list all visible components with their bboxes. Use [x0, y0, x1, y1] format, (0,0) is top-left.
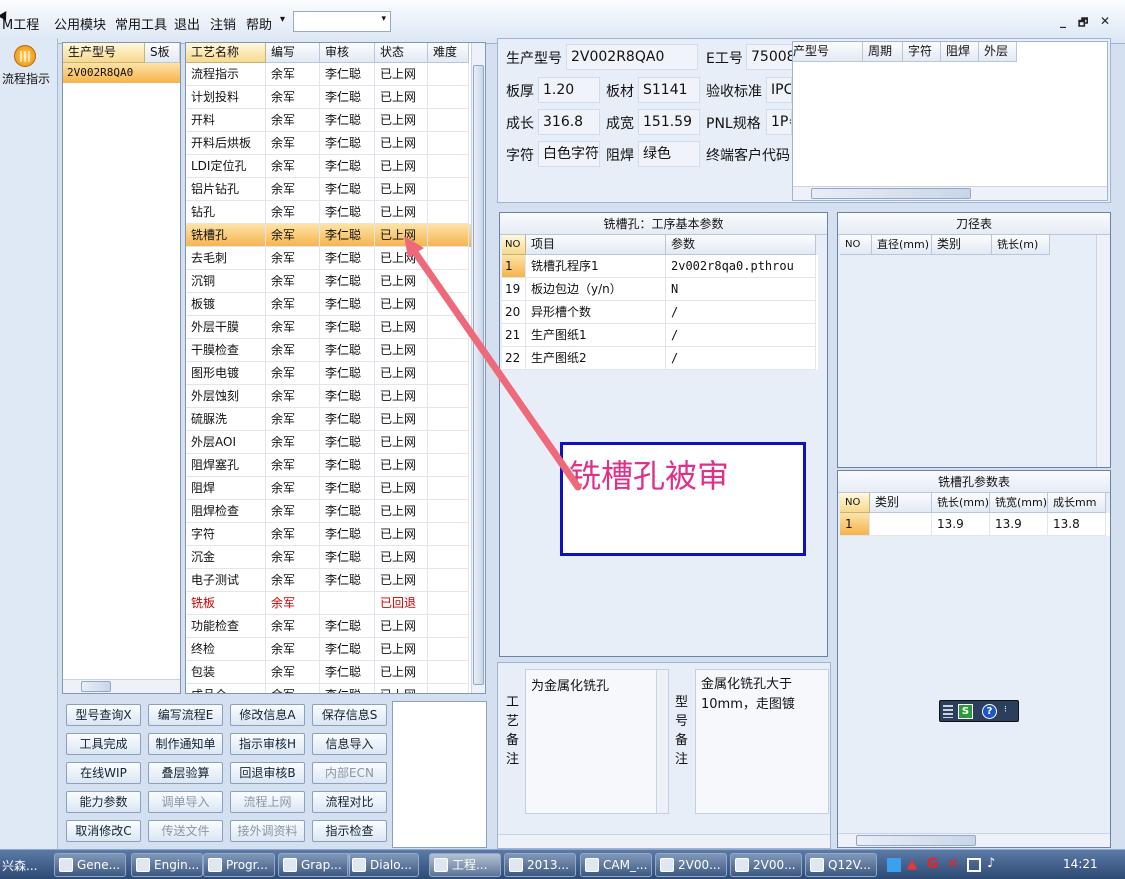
- app-tray-icon[interactable]: [887, 858, 901, 872]
- app-icon: [509, 858, 523, 872]
- annotation-arrow-top: [536, 428, 582, 491]
- taskbar-button-label: 2013...: [527, 858, 569, 872]
- clock[interactable]: 14:21: [1063, 857, 1098, 871]
- taskbar-button-label: Dialo...: [370, 858, 412, 872]
- network-icon[interactable]: [967, 858, 981, 872]
- g-tray-icon[interactable]: G: [927, 856, 939, 872]
- taskbar-button-label: 2V00...: [678, 858, 721, 872]
- app-icon: [660, 858, 674, 872]
- x-tray-icon[interactable]: ✕: [947, 856, 959, 872]
- app-icon: [208, 858, 222, 872]
- taskbar-button[interactable]: Dialo...: [347, 853, 419, 877]
- app-icon: [352, 858, 366, 872]
- taskbar-button-label: Q12V...: [828, 858, 871, 872]
- tray-icons: ▲ G ✕ ♪: [885, 853, 1005, 877]
- taskbar-button[interactable]: 2V00...: [655, 853, 727, 877]
- taskbar-button[interactable]: Q12V...: [805, 853, 877, 877]
- taskbar-button[interactable]: 2V00...: [730, 853, 802, 877]
- taskbar-button[interactable]: Progr...: [203, 853, 275, 877]
- taskbar-button-label: 工程...: [452, 858, 488, 872]
- taskbar-button[interactable]: Engin...: [131, 853, 203, 877]
- app-icon: [735, 858, 749, 872]
- taskbar-button[interactable]: 2013...: [504, 853, 576, 877]
- taskbar-button-label: Progr...: [226, 858, 268, 872]
- annotation-arrow-segment: [536, 428, 582, 491]
- app-icon: [59, 858, 73, 872]
- app-icon: [283, 858, 297, 872]
- taskbar-button[interactable]: Gene...: [54, 853, 126, 877]
- volume-icon[interactable]: ♪: [987, 856, 995, 871]
- taskbar-button[interactable]: 工程...: [429, 853, 501, 877]
- taskbar-button-label: Gene...: [77, 858, 121, 872]
- app-icon: [585, 858, 599, 872]
- start-label[interactable]: 兴森...: [2, 857, 37, 874]
- app-icon: [810, 858, 824, 872]
- app-icon: [434, 858, 448, 872]
- taskbar-button-label: 2V00...: [753, 858, 796, 872]
- taskbar: 兴森... Gene... Engin... Progr... Grap... Dial…: [0, 849, 1125, 879]
- taskbar-button-label: Grap...: [301, 858, 342, 872]
- app-icon: [136, 858, 150, 872]
- taskbar-button-label: CAM_...: [603, 858, 648, 872]
- taskbar-button[interactable]: CAM_...: [580, 853, 652, 877]
- signal-icon[interactable]: ▲: [907, 857, 917, 872]
- taskbar-button-label: Engin...: [154, 858, 200, 872]
- taskbar-button[interactable]: Grap...: [278, 853, 350, 877]
